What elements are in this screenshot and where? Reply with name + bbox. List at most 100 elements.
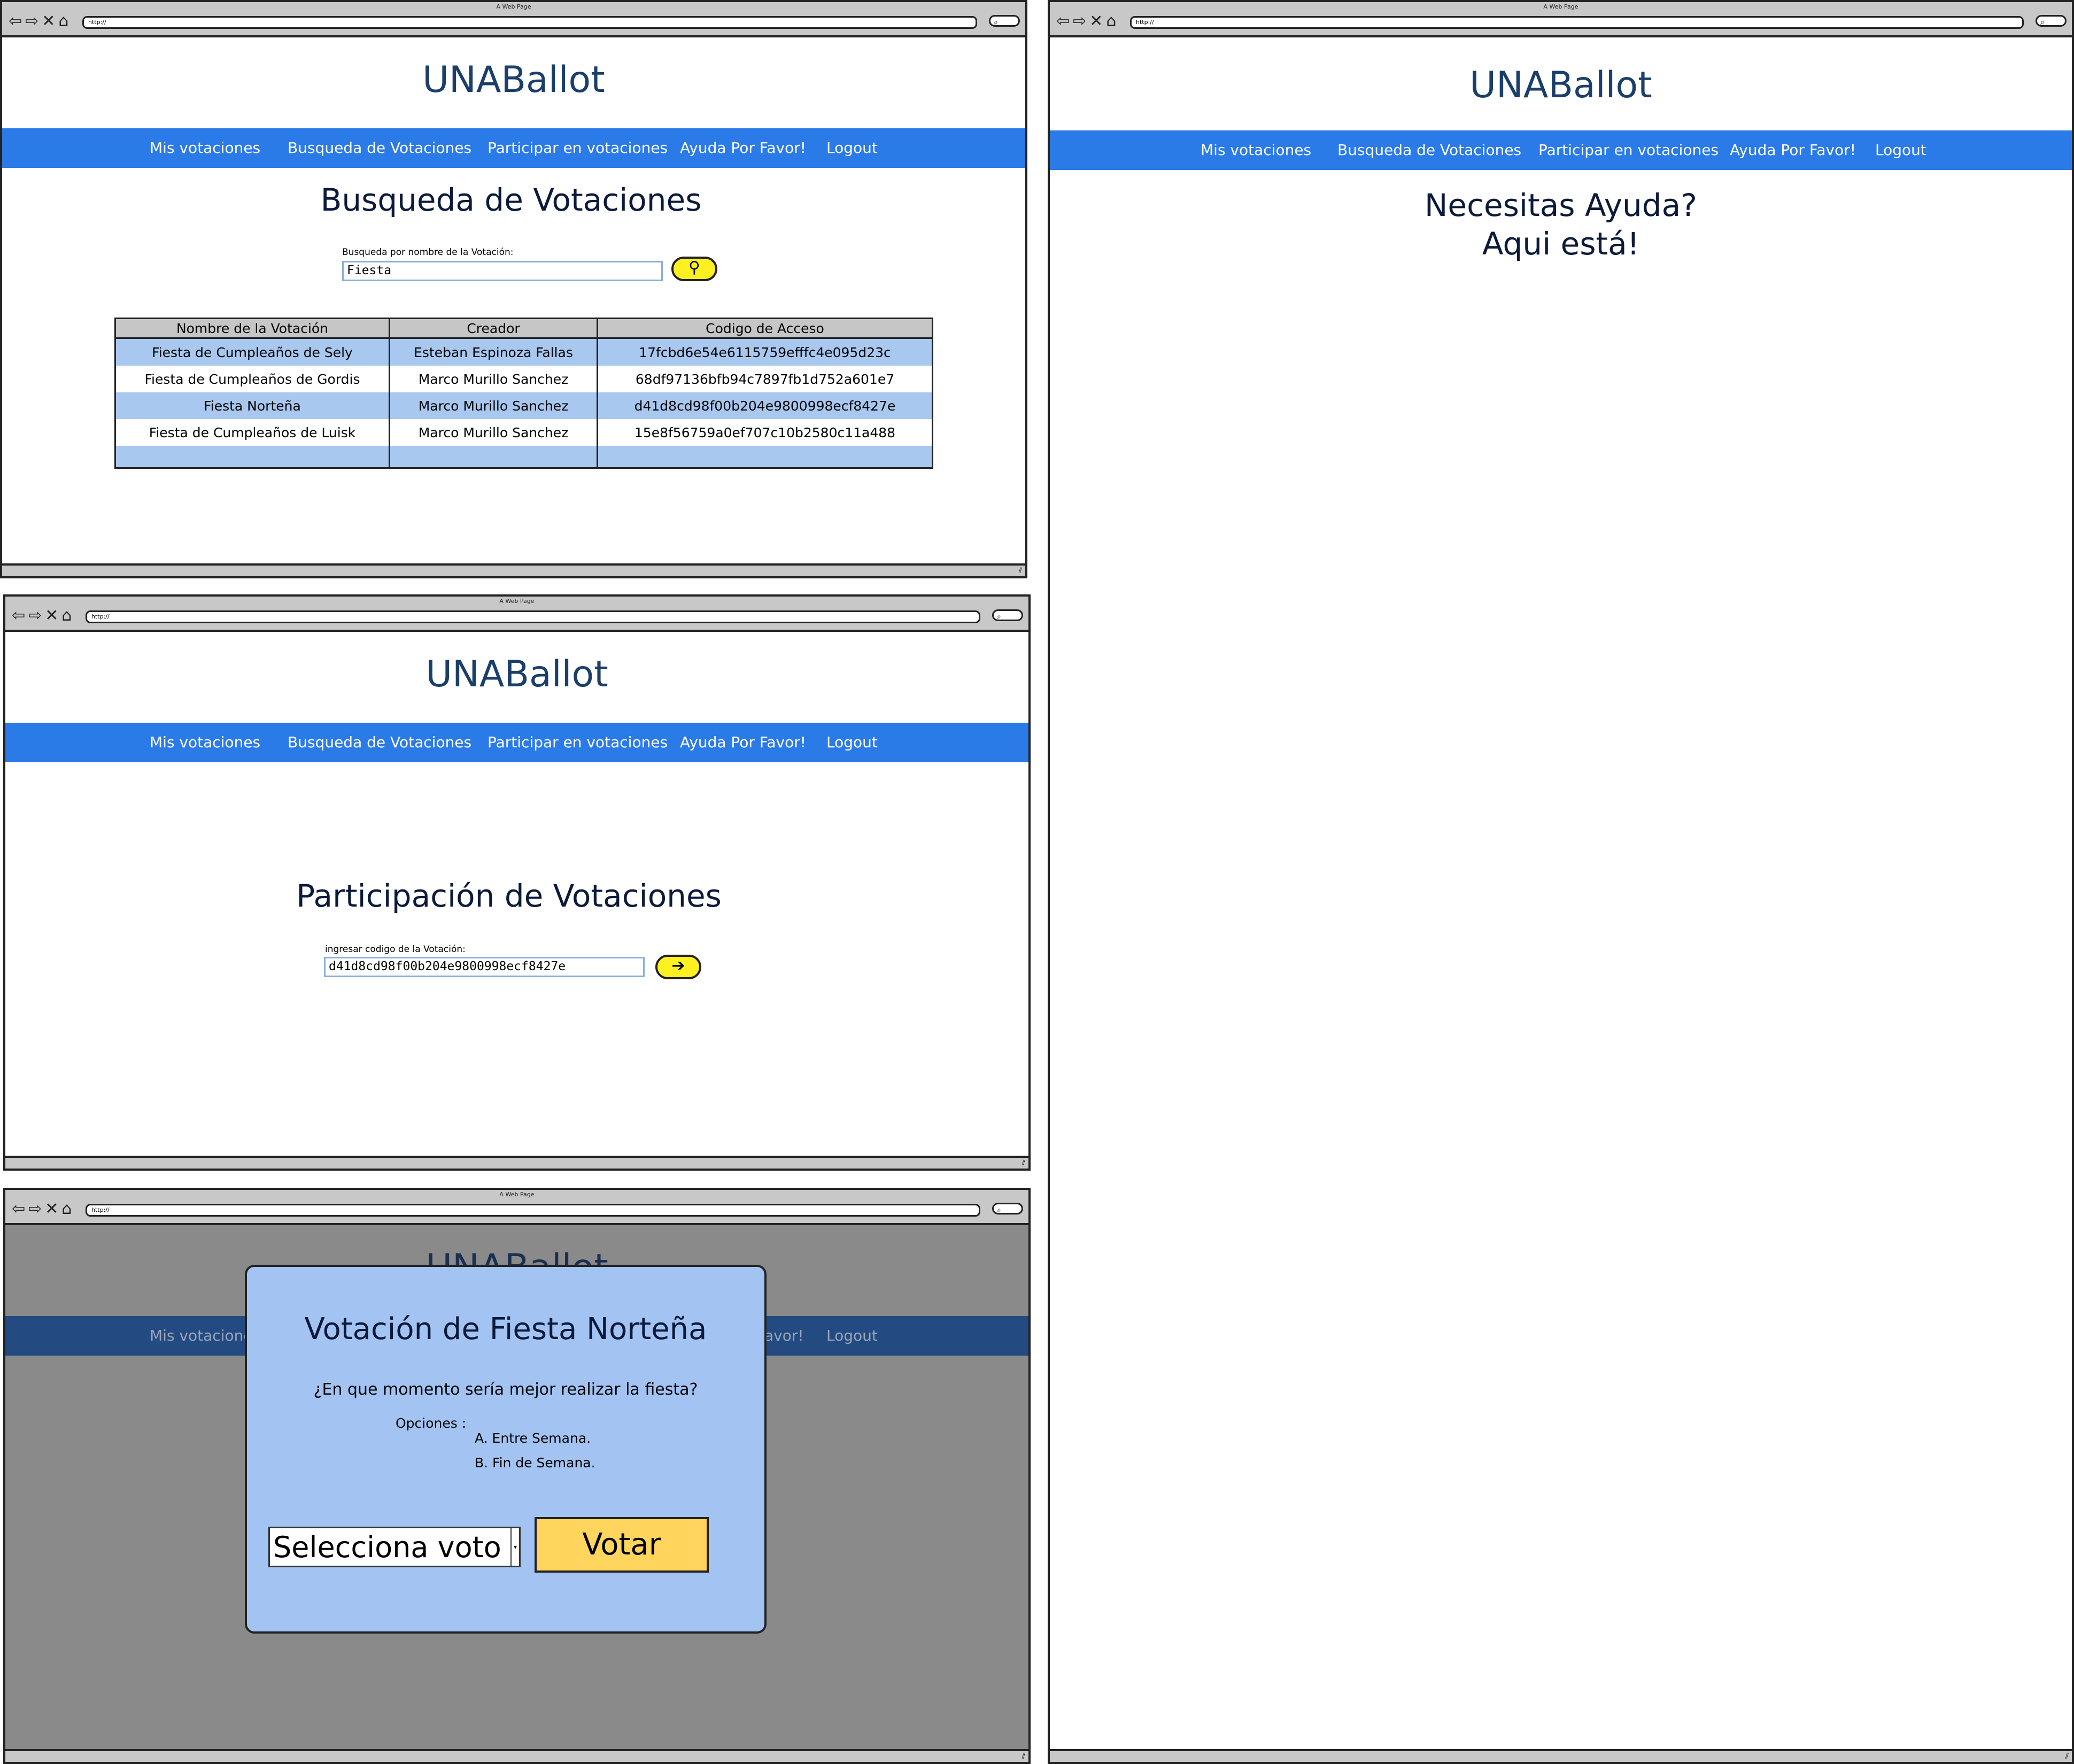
nav-logout[interactable]: Logout — [826, 128, 878, 168]
arrow-right-icon: ➔ — [671, 956, 685, 975]
nav-mis-votaciones[interactable]: Mis votaciones — [150, 723, 260, 762]
cell-codigo: 15e8f56759a0ef707c10b2580c11a488 — [597, 419, 933, 446]
cell-codigo: 17fcbd6e54e6115759efffc4e095d23c — [597, 338, 933, 366]
main-nav: Mis votaciones Busqueda de Votaciones Pa… — [5, 723, 1028, 762]
cell-creador: Marco Murillo Sanchez — [389, 366, 598, 392]
page-content: UNABallot Mis votaciones Busqueda de Vot… — [5, 632, 1028, 1156]
nav-logout[interactable]: Logout — [826, 723, 878, 762]
votar-button[interactable]: Votar — [535, 1517, 709, 1573]
nav-ayuda[interactable]: Ayuda Por Favor! — [1730, 130, 1856, 170]
go-button[interactable]: ➔ — [655, 955, 701, 979]
table-row-empty — [114, 446, 933, 469]
browser-toolbar: A Web Page ⇦⇨✕⌂ http:// ⌕ — [2, 2, 1025, 37]
search-button[interactable]: ⚲ — [671, 257, 717, 281]
option-a: A. Entre Semana. — [475, 1430, 591, 1446]
page-title: Participación de Votaciones — [296, 878, 722, 914]
cell-nombre: Fiesta de Cumpleaños de Sely — [114, 338, 390, 366]
code-field-label: ingresar codigo de la Votación: — [325, 944, 466, 955]
modal-backdrop[interactable]: UNABallot Mis votacione avor! Logout Vot… — [5, 1225, 1028, 1749]
table-header-row: Nombre de la Votación Creador Codigo de … — [114, 318, 933, 339]
cell-creador: Marco Murillo Sanchez — [389, 419, 598, 446]
window-title: A Web Page — [496, 3, 531, 10]
votes-table: Nombre de la Votación Creador Codigo de … — [114, 318, 933, 469]
browser-toolbar: A Web Page ⇦⇨✕⌂ http:// ⌕ — [1050, 2, 2072, 37]
nav-participar[interactable]: Participar en votaciones — [487, 723, 668, 762]
nav-mis-votaciones-dimmed: Mis votacione — [150, 1327, 253, 1344]
chevron-down-icon: ▾ — [510, 1528, 519, 1566]
vote-select[interactable]: Selecciona voto ▾ — [268, 1527, 521, 1567]
col-header-creador: Creador — [389, 318, 598, 339]
window-title: A Web Page — [499, 598, 535, 605]
help-title-line1: Necesitas Ayuda? — [1425, 187, 1697, 223]
vote-select-value: Selecciona voto — [273, 1530, 501, 1564]
address-bar[interactable]: http:// — [1130, 16, 2024, 29]
cell-nombre: Fiesta de Cumpleaños de Gordis — [114, 366, 390, 392]
browser-search-icon[interactable]: ⌕ — [992, 1203, 1023, 1214]
browser-search-icon[interactable]: ⌕ — [989, 15, 1020, 27]
browser-window-help: A Web Page ⇦⇨✕⌂ http:// ⌕ UNABallot Mis … — [1048, 0, 2074, 1764]
browser-window-vote: A Web Page ⇦⇨✕⌂ http:// ⌕ UNABallot Mis … — [3, 1188, 1031, 1764]
cell-creador: Marco Murillo Sanchez — [389, 392, 598, 419]
code-input[interactable]: d41d8cd98f00b204e9800998ecf8427e — [324, 957, 645, 977]
address-bar[interactable]: http:// — [86, 1204, 980, 1217]
browser-search-icon[interactable]: ⌕ — [2036, 15, 2067, 27]
browser-statusbar: ⫽ — [5, 1156, 1028, 1169]
nav-logout-dimmed: Logout — [826, 1327, 878, 1344]
page-content: UNABallot Mis votaciones Busqueda de Vot… — [2, 37, 1025, 563]
modal-question: ¿En que momento sería mejor realizar la … — [313, 1380, 698, 1399]
nav-logout[interactable]: Logout — [1875, 130, 1926, 170]
app-logo: UNABallot — [1469, 64, 1652, 106]
option-b: B. Fin de Semana. — [475, 1455, 595, 1471]
nav-busqueda[interactable]: Busqueda de Votaciones — [1337, 130, 1521, 170]
nav-participar[interactable]: Participar en votaciones — [1538, 130, 1719, 170]
address-bar[interactable]: http:// — [82, 16, 977, 29]
table-row[interactable]: Fiesta de Cumpleaños de Luisk Marco Muri… — [114, 419, 933, 446]
browser-nav-icons[interactable]: ⇦⇨✕⌂ — [12, 607, 75, 624]
address-bar[interactable]: http:// — [86, 610, 980, 623]
table-row[interactable]: Fiesta de Cumpleaños de Gordis Marco Mur… — [114, 366, 933, 392]
cell-nombre: Fiesta Norteña — [114, 392, 390, 419]
app-logo: UNABallot — [422, 59, 605, 101]
options-label: Opciones : — [396, 1415, 467, 1431]
page-content: UNABallot Mis votaciones Busqueda de Vot… — [1050, 37, 2072, 1749]
resize-grip-icon[interactable]: ⫽ — [1022, 1158, 1025, 1169]
browser-statusbar: ⫽ — [1050, 1749, 2072, 1762]
resize-grip-icon[interactable]: ⫽ — [1019, 566, 1022, 576]
browser-toolbar: A Web Page ⇦⇨✕⌂ http:// ⌕ — [5, 597, 1028, 632]
nav-ayuda-dimmed: avor! — [764, 1327, 804, 1344]
nav-ayuda[interactable]: Ayuda Por Favor! — [680, 723, 806, 762]
page-title: Busqueda de Votaciones — [320, 182, 702, 218]
col-header-codigo: Codigo de Acceso — [597, 318, 933, 339]
browser-window-participate: A Web Page ⇦⇨✕⌂ http:// ⌕ UNABallot Mis … — [3, 594, 1031, 1171]
nav-mis-votaciones[interactable]: Mis votaciones — [1201, 130, 1311, 170]
nav-participar[interactable]: Participar en votaciones — [487, 128, 668, 168]
nav-busqueda[interactable]: Busqueda de Votaciones — [288, 128, 471, 168]
table-row[interactable]: Fiesta de Cumpleaños de Sely Esteban Esp… — [114, 338, 933, 366]
main-nav: Mis votaciones Busqueda de Votaciones Pa… — [2, 128, 1025, 168]
search-input[interactable]: Fiesta — [342, 261, 663, 281]
window-title: A Web Page — [1543, 3, 1578, 10]
help-title-line2: Aqui está! — [1482, 226, 1640, 262]
search-field-label: Busqueda por nombre de la Votación: — [342, 247, 514, 258]
nav-busqueda[interactable]: Busqueda de Votaciones — [288, 723, 471, 762]
window-title: A Web Page — [499, 1191, 535, 1198]
browser-nav-icons[interactable]: ⇦⇨✕⌂ — [12, 1201, 75, 1218]
browser-statusbar: ⫽ — [5, 1749, 1028, 1762]
browser-window-search: A Web Page ⇦⇨✕⌂ http:// ⌕ UNABallot Mis … — [0, 0, 1027, 578]
nav-ayuda[interactable]: Ayuda Por Favor! — [680, 128, 806, 168]
nav-mis-votaciones[interactable]: Mis votaciones — [150, 128, 260, 168]
browser-nav-icons[interactable]: ⇦⇨✕⌂ — [1056, 13, 1119, 30]
table-row[interactable]: Fiesta Norteña Marco Murillo Sanchez d41… — [114, 392, 933, 419]
col-header-nombre: Nombre de la Votación — [114, 318, 390, 339]
cell-nombre: Fiesta de Cumpleaños de Luisk — [114, 419, 390, 446]
resize-grip-icon[interactable]: ⫽ — [2065, 1751, 2069, 1762]
browser-search-icon[interactable]: ⌕ — [992, 609, 1023, 621]
browser-toolbar: A Web Page ⇦⇨✕⌂ http:// ⌕ — [5, 1190, 1028, 1225]
cell-codigo: 68df97136bfb94c7897fb1d752a601e7 — [597, 366, 933, 392]
browser-nav-icons[interactable]: ⇦⇨✕⌂ — [9, 13, 72, 30]
main-nav: Mis votaciones Busqueda de Votaciones Pa… — [1050, 130, 2072, 170]
app-logo: UNABallot — [425, 653, 608, 695]
resize-grip-icon[interactable]: ⫽ — [1022, 1751, 1025, 1762]
browser-statusbar: ⫽ — [2, 563, 1025, 576]
vote-modal: Votación de Fiesta Norteña ¿En que momen… — [245, 1265, 767, 1634]
